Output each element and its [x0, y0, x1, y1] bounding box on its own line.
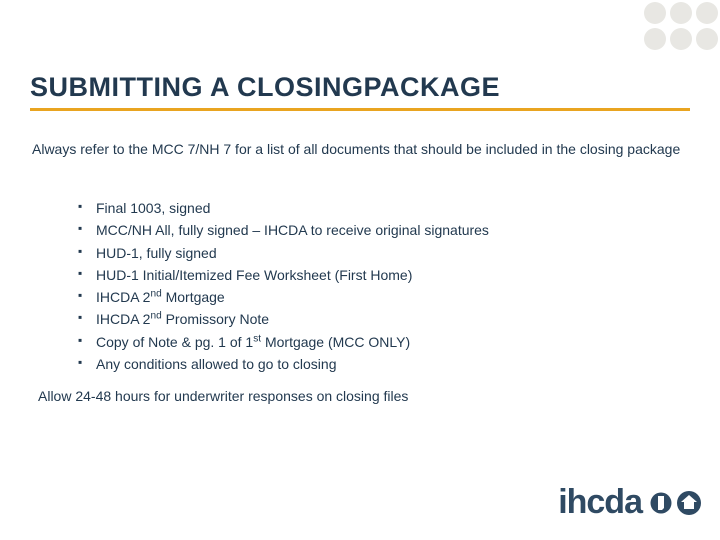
list-item: IHCDA 2nd Promissory Note: [78, 309, 678, 329]
ordinal-suffix: nd: [150, 289, 161, 300]
list-item: HUD-1, fully signed: [78, 243, 678, 263]
slide: SUBMITTING A CLOSINGPACKAGE Always refer…: [0, 0, 720, 540]
list-item: Copy of Note & pg. 1 of 1st Mortgage (MC…: [78, 332, 678, 352]
corner-decoration: [642, 0, 720, 52]
list-item: HUD-1 Initial/Itemized Fee Worksheet (Fi…: [78, 265, 678, 285]
list-item-text: HUD-1 Initial/Itemized Fee Worksheet (Fi…: [96, 267, 412, 283]
list-item-text: Final 1003, signed: [96, 200, 210, 216]
logo: ihcda: [558, 483, 702, 522]
list-item-text: Any conditions allowed to go to closing: [96, 356, 336, 372]
list-item: Final 1003, signed: [78, 198, 678, 218]
list-item-text: IHCDA 2: [96, 289, 150, 305]
list-item-text-tail: Mortgage: [162, 289, 225, 305]
list-item-text: HUD-1, fully signed: [96, 245, 217, 261]
list-item-text-tail: Mortgage (MCC ONLY): [261, 334, 410, 350]
footer-note: Allow 24-48 hours for underwriter respon…: [38, 388, 408, 404]
list-item-text-tail: Promissory Note: [162, 311, 269, 327]
list-item-text: MCC/NH All, fully signed – IHCDA to rece…: [96, 222, 489, 238]
page-title: SUBMITTING A CLOSINGPACKAGE: [30, 72, 500, 103]
document-list: Final 1003, signed MCC/NH All, fully sig…: [78, 198, 678, 376]
indiana-icon: [650, 490, 672, 516]
house-icon: [676, 490, 702, 516]
title-underline: [30, 108, 690, 111]
logo-icons: [650, 490, 702, 516]
ordinal-suffix: nd: [150, 311, 161, 322]
list-item: IHCDA 2nd Mortgage: [78, 287, 678, 307]
ordinal-suffix: st: [253, 333, 261, 344]
list-item-text: IHCDA 2: [96, 311, 150, 327]
list-item-text: Copy of Note & pg. 1 of 1: [96, 334, 253, 350]
list-item: Any conditions allowed to go to closing: [78, 354, 678, 374]
list-item: MCC/NH All, fully signed – IHCDA to rece…: [78, 220, 678, 240]
logo-text: ihcda: [558, 483, 642, 522]
intro-paragraph: Always refer to the MCC 7/NH 7 for a lis…: [32, 140, 682, 159]
